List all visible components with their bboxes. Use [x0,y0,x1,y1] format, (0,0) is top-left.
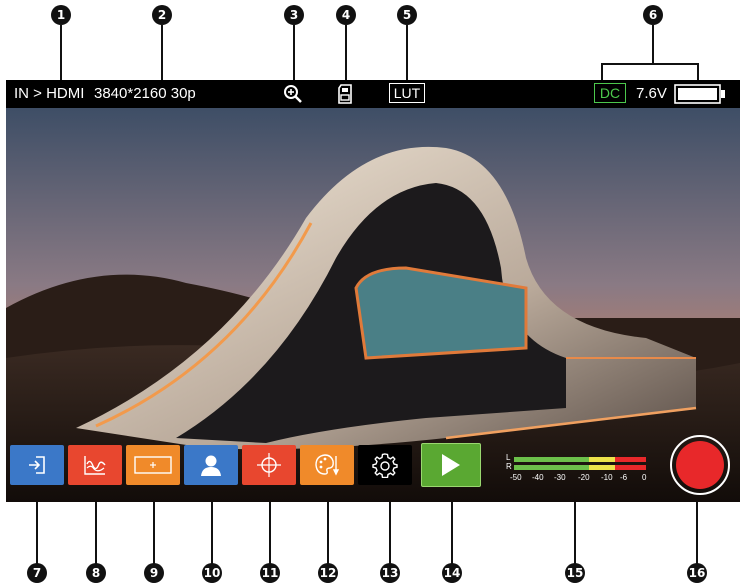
audio-scale-label: -30 [554,473,566,482]
callout-11: 11 [260,563,280,583]
status-bar: IN > HDMI 3840*2160 30p LUT DC 7.6V [6,80,740,108]
audio-scale-label: -40 [532,473,544,482]
center-marker-button[interactable] [242,445,296,485]
callout-11-leader [269,502,271,566]
palette-icon [315,454,340,476]
callout-10: 10 [202,563,222,583]
callout-5: 5 [397,5,417,25]
zoom-in-icon[interactable] [282,83,304,105]
input-button[interactable] [10,445,64,485]
gear-icon [372,453,398,478]
callout-13-leader [389,502,391,566]
waveform-icon [84,456,106,475]
callout-9: 9 [144,563,164,583]
audio-channel-left-label: L [506,453,511,462]
waveform-button[interactable] [68,445,122,485]
callout-6-bracket [601,63,699,80]
audio-scale-label: -6 [620,473,628,482]
resolution-label: 3840*2160 30p [94,85,196,102]
callout-6: 6 [643,5,663,25]
callout-3-leader [293,25,295,80]
callout-1: 1 [51,5,71,25]
bottom-toolbar: L R -50 -40 -30 -20 -10 -6 0 [6,435,740,502]
audio-bar-left [514,457,646,462]
battery-icon [674,84,726,104]
callout-3: 3 [284,5,304,25]
crosshair-icon [257,453,281,477]
audio-scale-label: -20 [578,473,590,482]
callout-8: 8 [86,563,106,583]
callout-2-leader [161,25,163,80]
record-button[interactable] [670,435,730,495]
play-button[interactable] [421,443,481,487]
callout-4: 4 [336,5,356,25]
false-color-button[interactable] [184,445,238,485]
settings-button[interactable] [358,445,412,485]
audio-scale-label: -10 [601,473,613,482]
voltage-label: 7.6V [636,85,667,102]
callout-9-leader [153,502,155,566]
dc-label: DC [599,85,621,101]
play-icon [442,454,460,476]
callout-7-leader [36,502,38,566]
audio-bar-right [514,465,646,470]
audio-scale-label: 0 [642,473,647,482]
lut-badge[interactable]: LUT [389,83,425,103]
audio-meter: L R -50 -40 -30 -20 -10 -6 0 [506,453,651,487]
dc-badge: DC [594,83,626,103]
callout-8-leader [95,502,97,566]
callout-16: 16 [687,563,707,583]
lut-label: LUT [393,85,421,101]
callout-5-leader [406,25,408,80]
callout-6-leader [652,25,654,65]
callout-16-leader [696,502,698,566]
person-icon [201,455,221,476]
callout-15: 15 [565,563,585,583]
callout-10-leader [211,502,213,566]
callout-4-leader [345,25,347,80]
frame-guide-icon [134,456,172,474]
audio-channel-right-label: R [506,462,512,471]
callout-2: 2 [152,5,172,25]
input-source-label[interactable]: IN > HDMI [14,85,84,102]
monitor-screen: IN > HDMI 3840*2160 30p LUT DC 7.6V L R … [6,80,740,502]
callout-1-leader [60,25,62,80]
callout-14-leader [451,502,453,566]
input-arrow-icon [29,456,45,474]
frame-guide-button[interactable] [126,445,180,485]
palette-button[interactable] [300,445,354,485]
callout-7: 7 [27,563,47,583]
callout-12: 12 [318,563,338,583]
sd-card-icon[interactable] [337,84,353,104]
callout-14: 14 [442,563,462,583]
callout-15-leader [574,502,576,566]
record-icon [676,441,724,489]
audio-scale-label: -50 [510,473,522,482]
callout-12-leader [327,502,329,566]
callout-13: 13 [380,563,400,583]
